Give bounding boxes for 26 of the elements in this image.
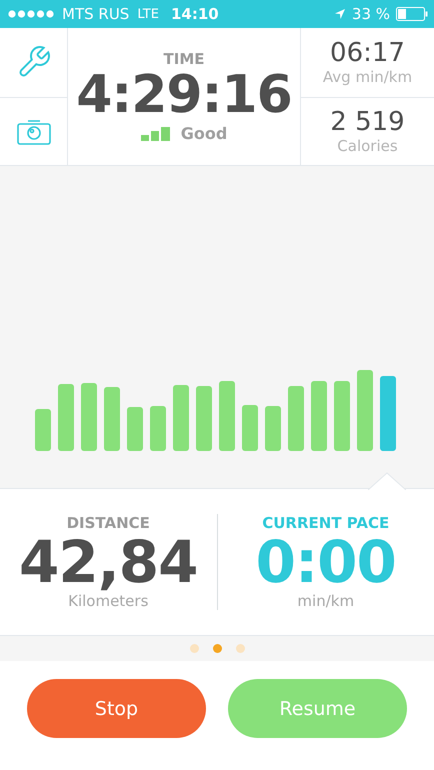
time-label: TIME (164, 50, 204, 68)
stop-button[interactable]: Stop (27, 679, 206, 738)
network-type: LTE (137, 6, 159, 22)
clock: 14:10 (170, 5, 220, 23)
page-dot[interactable] (190, 644, 198, 653)
distance-value: 42,84 (19, 532, 198, 592)
signal-dots-icon (8, 10, 54, 18)
page-dot[interactable] (236, 644, 244, 653)
battery-icon (396, 7, 428, 21)
stat-label: Avg min/km (322, 68, 412, 86)
page-dot[interactable] (212, 644, 222, 653)
resume-button[interactable]: Resume (228, 679, 407, 738)
location-arrow-icon (334, 8, 346, 20)
pace-unit: min/km (297, 592, 354, 610)
stat-label: Calories (337, 137, 398, 156)
elapsed-time: 4:29:16 (76, 68, 292, 122)
stat-value: 06:17 (330, 38, 405, 68)
pace-value: 0:00 (256, 532, 396, 592)
stat-value: 2 519 (330, 107, 405, 138)
pace-label: CURRENT PACE (262, 514, 390, 532)
distance-unit: Kilometers (68, 592, 148, 610)
distance-label: DISTANCE (66, 514, 150, 532)
carrier-name: MTS RUS (62, 5, 130, 23)
signal-strength-icon (140, 126, 171, 141)
signal-quality: Good (180, 124, 228, 144)
battery-percent: 33 % (352, 5, 390, 23)
